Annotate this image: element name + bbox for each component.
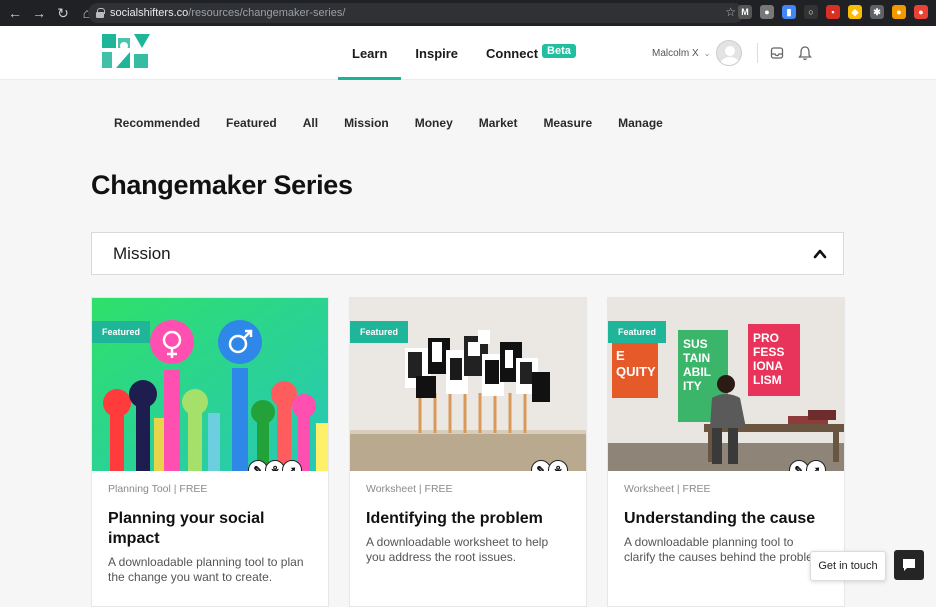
- circle-ext-icon[interactable]: ●: [760, 5, 774, 19]
- card-category-icons: ✎ ⚘ ➚: [248, 460, 302, 471]
- back-arrow-icon[interactable]: ←: [8, 6, 22, 20]
- page-title: Changemaker Series: [91, 170, 353, 200]
- svg-text:IONA: IONA: [753, 359, 783, 373]
- category-tab-manage[interactable]: Manage: [618, 116, 663, 130]
- nav-inspire[interactable]: Inspire: [401, 26, 472, 80]
- gmail-icon[interactable]: M: [738, 5, 752, 19]
- reload-icon[interactable]: ↻: [56, 6, 70, 20]
- category-tab-mission[interactable]: Mission: [344, 116, 389, 130]
- nav-learn-label: Learn: [352, 45, 388, 61]
- url-path: /resources/changemaker-series/: [188, 7, 346, 19]
- card-description: A downloadable planning tool to clarify …: [624, 535, 827, 564]
- card-category-icons: ✎ ⚘: [531, 460, 568, 471]
- nav-inspire-label: Inspire: [415, 45, 459, 61]
- equity-poster-text: E: [616, 348, 625, 363]
- card-description: A downloadable worksheet to help you add…: [366, 535, 549, 564]
- nav-connect[interactable]: Connect Beta: [472, 26, 590, 80]
- main-nav: Learn Inspire Connect Beta: [338, 26, 590, 80]
- rocket-icon: ➚: [806, 460, 826, 471]
- accordion-mission[interactable]: Mission: [91, 232, 844, 275]
- forward-arrow-icon[interactable]: →: [32, 6, 46, 20]
- category-tab-measure[interactable]: Measure: [543, 116, 592, 130]
- card-meta: Worksheet | FREE: [624, 483, 711, 495]
- category-tab-featured[interactable]: Featured: [226, 116, 277, 130]
- card-title[interactable]: Understanding the cause: [624, 509, 828, 529]
- profile-ext-icon[interactable]: ●: [892, 5, 906, 19]
- record-ext-icon[interactable]: ●: [914, 5, 928, 19]
- browser-nav-buttons: ← → ↻ ⌂: [0, 6, 94, 20]
- featured-tag: Featured: [92, 321, 151, 343]
- beta-badge: Beta: [542, 44, 576, 58]
- get-in-touch-button[interactable]: Get in touch: [810, 551, 886, 581]
- card-title[interactable]: Identifying the problem: [366, 509, 570, 529]
- featured-tag: Featured: [608, 321, 667, 343]
- user-name: Malcolm X: [652, 47, 699, 59]
- svg-text:TAIN: TAIN: [683, 351, 710, 365]
- card-image-hands: Featured ✎ ⚘ ➚: [92, 298, 328, 471]
- social-shifters-logo[interactable]: [100, 32, 152, 72]
- red-ext-icon[interactable]: ▪: [826, 5, 840, 19]
- puzzle-icon[interactable]: ✱: [870, 5, 884, 19]
- chevron-down-icon: ⌄: [703, 48, 711, 58]
- card-category-icons: ✎ ➚: [789, 460, 826, 471]
- bookmark-star-icon[interactable]: ☆: [725, 5, 736, 19]
- category-tab-money[interactable]: Money: [415, 116, 453, 130]
- extension-icons: M ● ▮ ○ ▪ ◆ ✱ ● ●: [738, 5, 928, 19]
- inbox-icon[interactable]: [770, 46, 784, 60]
- category-nav: Recommended Featured All Mission Money Market…: [114, 116, 689, 130]
- card-image-signs: Featured ✎ ⚘: [350, 298, 586, 471]
- svg-text:FESS: FESS: [753, 345, 784, 359]
- doc-ext-icon[interactable]: ▮: [782, 5, 796, 19]
- chevron-up-icon[interactable]: [813, 247, 827, 261]
- card-description: A downloadable planning tool to plan the…: [108, 555, 304, 584]
- rocket-icon: ➚: [282, 460, 302, 471]
- svg-text:ABIL: ABIL: [683, 365, 711, 379]
- bell-icon[interactable]: [798, 45, 812, 61]
- header-divider: [757, 43, 758, 63]
- site-header: Learn Inspire Connect Beta Malcolm X ⌄: [0, 26, 936, 80]
- chat-bubble-icon: [903, 559, 915, 571]
- resource-card[interactable]: Featured ✎ ⚘ Worksheet | FREE Identifyin…: [349, 297, 587, 607]
- svg-text:ITY: ITY: [683, 379, 702, 393]
- card-meta: Worksheet | FREE: [366, 483, 453, 495]
- card-image-workspace: E QUITY SUS TAIN ABIL ITY PRO FESS IONA …: [608, 298, 844, 471]
- svg-text:QUITY: QUITY: [616, 364, 656, 379]
- featured-tag: Featured: [350, 321, 409, 343]
- svg-text:LISM: LISM: [753, 373, 782, 387]
- resource-card[interactable]: Featured ✎ ⚘ ➚ Planning Tool | FREE Plan…: [91, 297, 329, 607]
- chrome-color-icon[interactable]: ◆: [848, 5, 862, 19]
- lock-icon: [96, 8, 105, 18]
- chat-button[interactable]: [894, 550, 924, 580]
- card-meta: Planning Tool | FREE: [108, 483, 208, 495]
- user-menu[interactable]: Malcolm X ⌄: [652, 26, 743, 80]
- accordion-label: Mission: [113, 243, 171, 263]
- card-title[interactable]: Planning your social impact: [108, 509, 312, 549]
- category-tab-market[interactable]: Market: [479, 116, 518, 130]
- resource-cards: Featured ✎ ⚘ ➚ Planning Tool | FREE Plan…: [91, 297, 845, 607]
- category-tab-all[interactable]: All: [303, 116, 318, 130]
- url-domain: socialshifters.co: [110, 7, 189, 19]
- nav-connect-label: Connect: [486, 45, 539, 61]
- svg-text:PRO: PRO: [753, 331, 779, 345]
- address-bar[interactable]: socialshifters.co/resources/changemaker-…: [88, 3, 744, 23]
- avatar[interactable]: [716, 40, 743, 66]
- sprout-icon: ⚘: [548, 460, 568, 471]
- nav-learn[interactable]: Learn: [338, 26, 402, 80]
- category-tab-recommended[interactable]: Recommended: [114, 116, 200, 130]
- browser-toolbar: ← → ↻ ⌂ socialshifters.co/resources/chan…: [0, 0, 936, 26]
- svg-text:SUS: SUS: [683, 337, 708, 351]
- grey-ext-icon[interactable]: ○: [804, 5, 818, 19]
